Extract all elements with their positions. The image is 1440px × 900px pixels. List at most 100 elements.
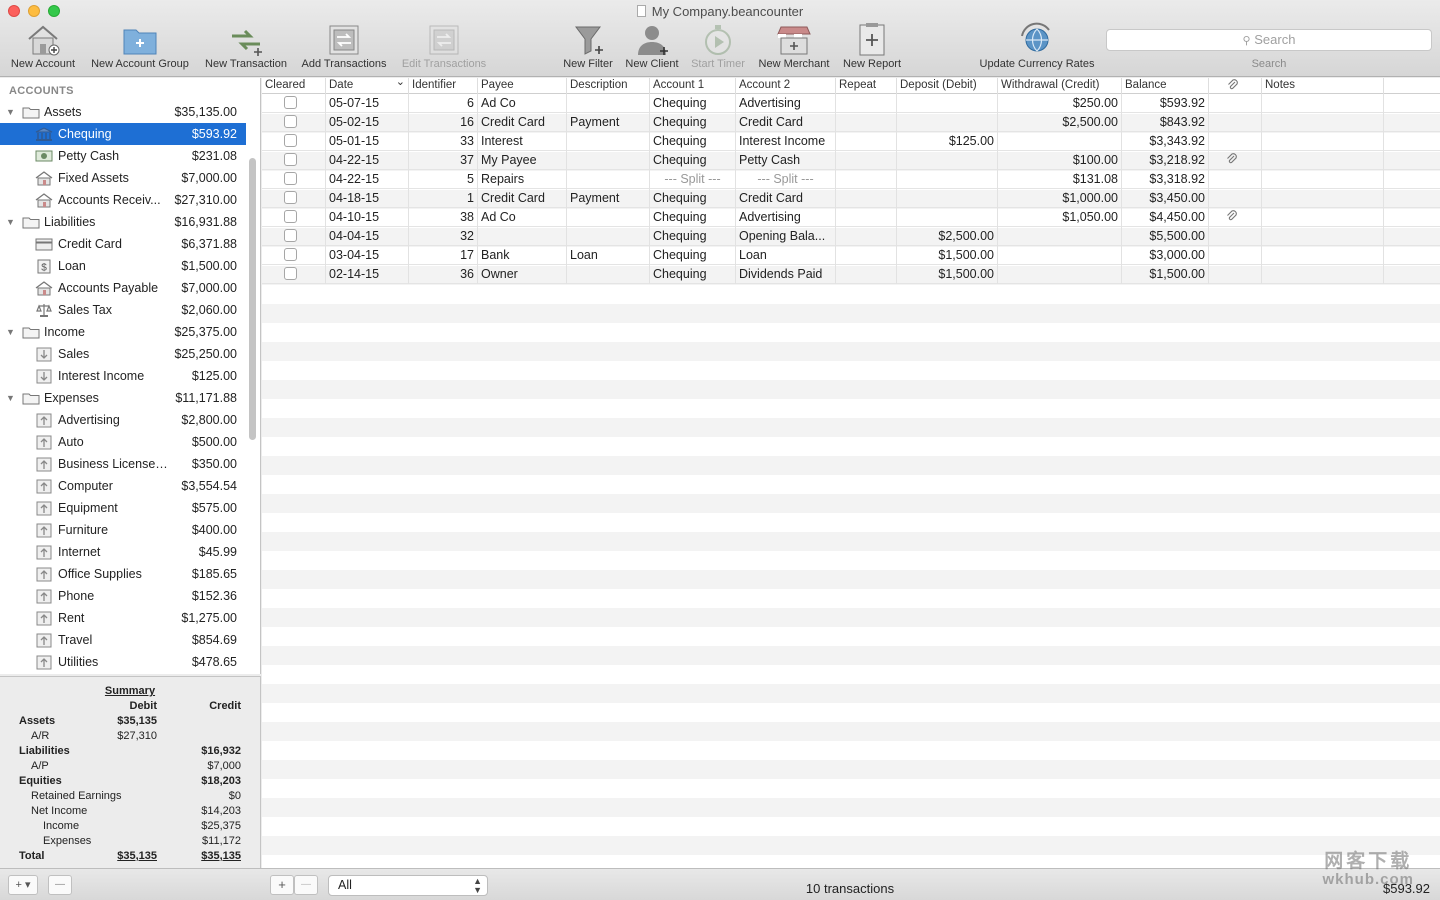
cell-desc[interactable]	[567, 170, 650, 189]
remove-transaction-button[interactable]: —	[294, 875, 318, 895]
cell-date[interactable]: 05-01-15	[326, 132, 409, 151]
disclosure-triangle-icon[interactable]: ▼	[6, 387, 15, 409]
cell-id[interactable]: 5	[409, 170, 478, 189]
account-row[interactable]: Business Licenses/... $350.00	[0, 453, 246, 475]
cell-acct1[interactable]: Chequing	[650, 151, 736, 170]
cell-acct1[interactable]: Chequing	[650, 132, 736, 151]
cell-payee[interactable]: Ad Co	[478, 208, 567, 227]
cell-date[interactable]: 02-14-15	[326, 265, 409, 284]
cell-notes[interactable]	[1262, 94, 1384, 113]
account-row[interactable]: $ Loan $1,500.00	[0, 255, 246, 277]
cell-repeat[interactable]	[836, 227, 897, 246]
account-row[interactable]: ▼ Expenses $11,171.88	[0, 387, 246, 409]
column-header-withdrawal-credit[interactable]: Withdrawal (Credit)	[998, 78, 1122, 94]
cell-id[interactable]: 17	[409, 246, 478, 265]
cell-payee[interactable]: Bank	[478, 246, 567, 265]
cell-id[interactable]: 6	[409, 94, 478, 113]
cell-attach[interactable]	[1209, 227, 1262, 246]
cell-acct1[interactable]: Chequing	[650, 227, 736, 246]
disclosure-triangle-icon[interactable]: ▼	[6, 211, 15, 233]
transaction-row[interactable]: 04-10-15 38 Ad Co Chequing Advertising $1,050…	[262, 208, 1440, 227]
cell-attach[interactable]	[1209, 170, 1262, 189]
cell-desc[interactable]: Loan	[567, 246, 650, 265]
sidebar-scrollbar[interactable]	[249, 158, 256, 440]
cell-id[interactable]: 32	[409, 227, 478, 246]
add-transactions-button[interactable]: Add Transactions	[298, 22, 390, 72]
cell-deposit[interactable]	[897, 170, 998, 189]
column-header-payee[interactable]: Payee	[478, 78, 567, 94]
account-row[interactable]: ▼ Income $25,375.00	[0, 321, 246, 343]
account-row[interactable]: Petty Cash $231.08	[0, 145, 246, 167]
cell-repeat[interactable]	[836, 189, 897, 208]
cell-acct1[interactable]: Chequing	[650, 189, 736, 208]
cleared-checkbox[interactable]	[284, 229, 297, 242]
account-row[interactable]: Sales Tax $2,060.00	[0, 299, 246, 321]
cell-withdrawal[interactable]: $2,500.00	[998, 113, 1122, 132]
account-row[interactable]: Advertising $2,800.00	[0, 409, 246, 431]
cell-withdrawal[interactable]	[998, 132, 1122, 151]
cell-acct2[interactable]: Interest Income	[736, 132, 836, 151]
cell-deposit[interactable]	[897, 151, 998, 170]
account-row[interactable]: Auto $500.00	[0, 431, 246, 453]
cell-repeat[interactable]	[836, 265, 897, 284]
cell-acct1[interactable]: Chequing	[650, 265, 736, 284]
cell-withdrawal[interactable]	[998, 265, 1122, 284]
account-row[interactable]: Accounts Payable $7,000.00	[0, 277, 246, 299]
cell-desc[interactable]	[567, 227, 650, 246]
cell-deposit[interactable]: $1,500.00	[897, 265, 998, 284]
cleared-checkbox[interactable]	[284, 96, 297, 109]
cleared-checkbox[interactable]	[284, 248, 297, 261]
cell-id[interactable]: 37	[409, 151, 478, 170]
cell-notes[interactable]	[1262, 208, 1384, 227]
account-row[interactable]: Accounts Receiv... $27,310.00	[0, 189, 246, 211]
cell-notes[interactable]	[1262, 170, 1384, 189]
cell-deposit[interactable]: $2,500.00	[897, 227, 998, 246]
new-report-button[interactable]: New Report	[841, 22, 903, 72]
cell-desc[interactable]	[567, 208, 650, 227]
cell-attach[interactable]	[1209, 151, 1262, 170]
cell-balance[interactable]: $843.92	[1122, 113, 1209, 132]
account-row[interactable]: Fixed Assets $7,000.00	[0, 167, 246, 189]
cell-payee[interactable]: Owner	[478, 265, 567, 284]
account-row[interactable]: Furniture $400.00	[0, 519, 246, 541]
cell-attach[interactable]	[1209, 132, 1262, 151]
cleared-checkbox[interactable]	[284, 267, 297, 280]
cell-withdrawal[interactable]: $1,050.00	[998, 208, 1122, 227]
column-header-description[interactable]: Description	[567, 78, 650, 94]
account-row[interactable]: ▼ Assets $35,135.00	[0, 101, 246, 123]
account-row[interactable]: Chequing $593.92	[0, 123, 246, 145]
cell-acct2[interactable]: Advertising	[736, 94, 836, 113]
cell-id[interactable]: 33	[409, 132, 478, 151]
cell-balance[interactable]: $593.92	[1122, 94, 1209, 113]
cell-date[interactable]: 04-18-15	[326, 189, 409, 208]
cell-withdrawal[interactable]: $100.00	[998, 151, 1122, 170]
cell-repeat[interactable]	[836, 170, 897, 189]
transaction-row[interactable]: 05-07-15 6 Ad Co Chequing Advertising $250.00…	[262, 94, 1440, 113]
column-header-attachment[interactable]	[1209, 78, 1262, 94]
cell-desc[interactable]	[567, 94, 650, 113]
cell-payee[interactable]: Interest	[478, 132, 567, 151]
column-header-identifier[interactable]: Identifier	[409, 78, 478, 94]
add-account-menu-button[interactable]: + ▾	[8, 875, 38, 895]
transaction-row[interactable]: 04-22-15 5 Repairs --- Split --- --- Split -…	[262, 170, 1440, 189]
cell-notes[interactable]	[1262, 151, 1384, 170]
cell-desc[interactable]: Payment	[567, 189, 650, 208]
cell-date[interactable]: 05-07-15	[326, 94, 409, 113]
cell-repeat[interactable]	[836, 246, 897, 265]
cell-desc[interactable]	[567, 151, 650, 170]
attachment-paperclip-icon[interactable]	[1226, 153, 1238, 170]
cell-payee[interactable]	[478, 227, 567, 246]
cell-repeat[interactable]	[836, 132, 897, 151]
cleared-checkbox[interactable]	[284, 115, 297, 128]
cell-desc[interactable]: Payment	[567, 113, 650, 132]
cell-attach[interactable]	[1209, 246, 1262, 265]
cell-acct2[interactable]: Credit Card	[736, 189, 836, 208]
new-client-button[interactable]: New Client	[623, 22, 681, 72]
cell-withdrawal[interactable]	[998, 227, 1122, 246]
cell-acct2[interactable]: --- Split ---	[736, 170, 836, 189]
column-header-cleared[interactable]: Cleared	[262, 78, 326, 94]
cell-id[interactable]: 38	[409, 208, 478, 227]
cell-deposit[interactable]: $125.00	[897, 132, 998, 151]
attachment-paperclip-icon[interactable]	[1226, 210, 1238, 227]
cell-attach[interactable]	[1209, 94, 1262, 113]
